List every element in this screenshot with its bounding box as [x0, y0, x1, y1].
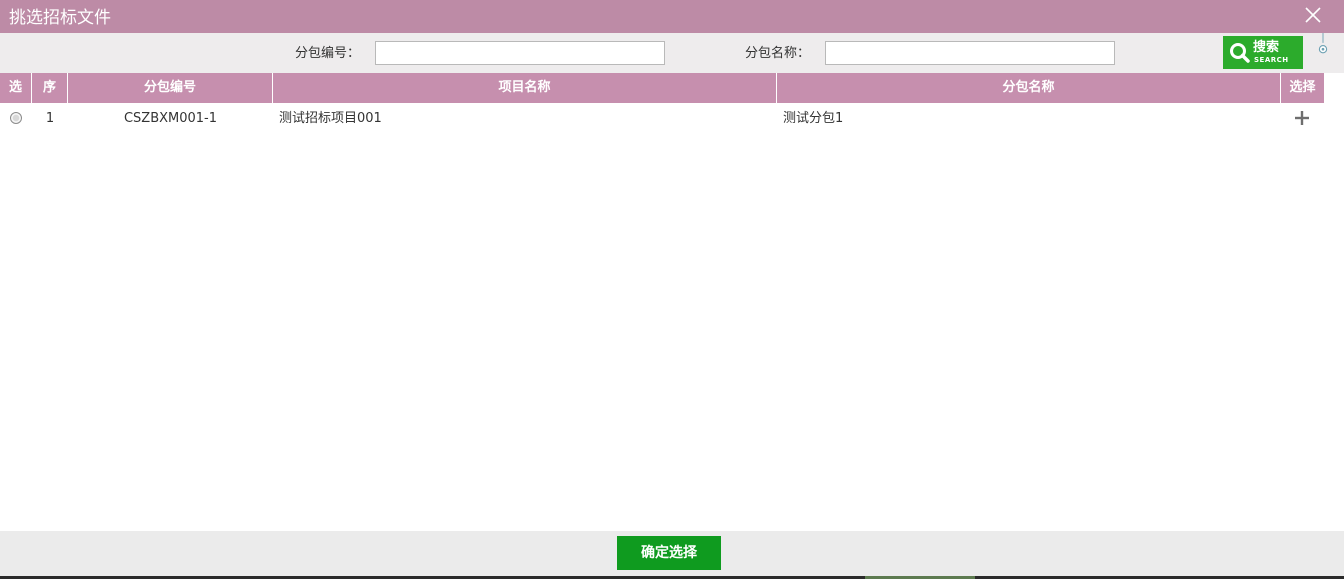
- column-header-project-name: 项目名称: [273, 73, 777, 103]
- search-bar: 分包编号： 分包名称： 搜索 SEARCH: [0, 33, 1344, 73]
- package-code-label: 分包编号：: [295, 46, 361, 61]
- table-header: 选 序 分包编号 项目名称 分包名称 选择: [0, 73, 1325, 103]
- row-package-name: 测试分包1: [783, 111, 844, 126]
- column-header-choose: 选择: [1281, 73, 1325, 103]
- column-header-package-name: 分包名称: [777, 73, 1281, 103]
- row-package-code: CSZBXM001-1: [123, 111, 218, 126]
- column-header-select: 选: [0, 73, 32, 103]
- row-radio-button[interactable]: [10, 112, 22, 124]
- column-header-package-code: 分包编号: [68, 73, 273, 103]
- close-icon[interactable]: [1304, 6, 1322, 24]
- search-icon: [1230, 43, 1250, 63]
- search-button[interactable]: 搜索 SEARCH: [1223, 36, 1303, 69]
- column-header-index: 序: [32, 73, 68, 103]
- dialog-title-bar: 挑选招标文件: [0, 0, 1344, 33]
- panel-toggle-icon[interactable]: [1313, 33, 1333, 60]
- row-project-name: 测试招标项目001: [279, 111, 382, 126]
- search-button-label: 搜索: [1253, 40, 1280, 55]
- row-index: 1: [45, 111, 55, 126]
- package-code-input[interactable]: [375, 41, 665, 65]
- search-button-sublabel: SEARCH: [1254, 56, 1289, 64]
- package-name-label: 分包名称：: [745, 46, 811, 61]
- dialog-title: 挑选招标文件: [9, 8, 111, 28]
- dialog-footer: 确定选择: [0, 531, 1344, 576]
- table-row[interactable]: 1 CSZBXM001-1 测试招标项目001 测试分包1: [0, 103, 1325, 134]
- plus-icon[interactable]: [1295, 111, 1309, 125]
- package-name-input[interactable]: [825, 41, 1115, 65]
- confirm-selection-button[interactable]: 确定选择: [617, 536, 721, 570]
